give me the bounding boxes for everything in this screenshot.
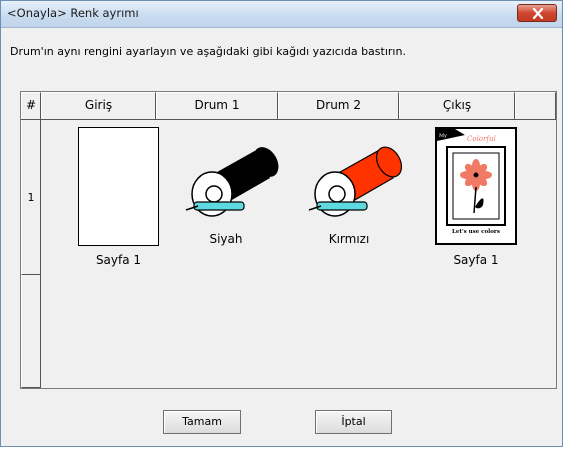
separation-table: # Giriş Drum 1 Drum 2 Çıkış 1 Sayfa 1 Si… [20,91,557,389]
title-bar[interactable]: <Onayla> Renk ayrımı [1,1,562,28]
header-index: # [21,92,41,119]
header-drum1: Drum 1 [156,92,278,119]
header-extra [515,92,556,119]
close-button[interactable] [517,4,557,22]
table-header: # Giriş Drum 1 Drum 2 Çıkış [21,92,556,120]
output-page-footer: Let's use colors [452,229,500,235]
output-page-heading: Colorful [467,135,496,143]
header-input: Giriş [41,92,156,119]
header-drum2: Drum 2 [278,92,399,119]
instruction-text: Drum'ın aynı rengini ayarlayın ve aşağıd… [10,45,406,58]
output-page-artwork: My Colorful Let's use colors [437,129,506,235]
row-index-empty [21,275,41,388]
drum-black-icon [185,147,279,217]
cancel-button[interactable]: İptal [315,410,392,434]
table-row: Sayfa 1 Siyah Kırmızı My Colorful Let's … [41,120,556,388]
output-page-label: Sayfa 1 [453,253,499,267]
input-page-preview [78,127,159,246]
dialog-window: <Onayla> Renk ayrımı Drum'ın aynı rengin… [0,0,563,447]
close-icon [532,8,544,19]
window-title: <Onayla> Renk ayrımı [7,6,139,20]
row-index-1: 1 [21,120,41,275]
drum-red-icon [308,146,403,217]
ok-button[interactable]: Tamam [163,410,241,434]
output-page-logo: My [439,133,447,139]
output-page-preview: My Colorful Let's use colors [435,127,517,245]
header-output: Çıkış [399,92,515,119]
input-page-label: Sayfa 1 [95,253,142,267]
drum1-label: Siyah [209,232,243,246]
drum2-label: Kırmızı [328,232,370,246]
